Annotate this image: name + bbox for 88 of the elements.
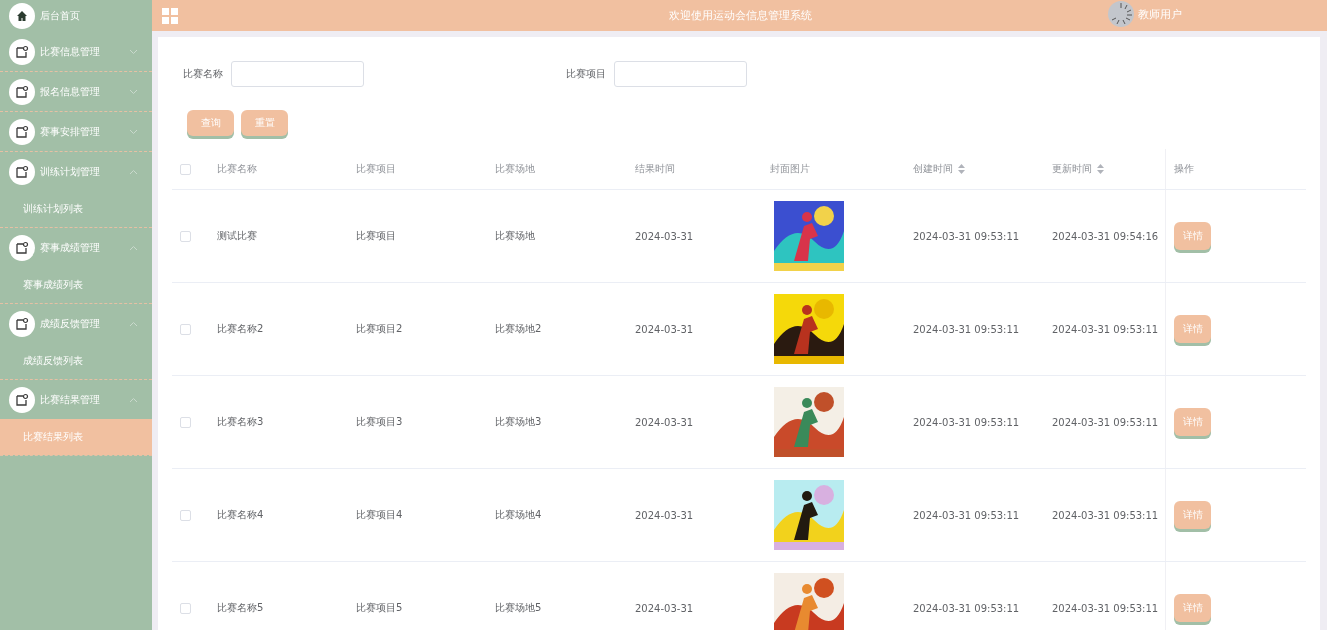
table-cell: 比赛名称2 — [217, 322, 264, 336]
input-field[interactable] — [231, 61, 364, 87]
table-cell: 比赛场地2 — [495, 322, 542, 336]
details-button[interactable]: 详情 — [1174, 222, 1211, 250]
column-header: 操作 — [1174, 162, 1194, 176]
sidebar-menu[interactable]: 比赛信息管理 — [0, 32, 152, 71]
document-icon — [9, 158, 35, 185]
checkbox[interactable] — [180, 163, 191, 175]
table-cell: 比赛名称3 — [217, 415, 264, 429]
user-name[interactable]: 教师用户 — [1138, 6, 1182, 22]
checkbox[interactable] — [180, 416, 191, 428]
field-label: 比赛名称 — [183, 67, 223, 81]
chevron-icon — [129, 48, 138, 55]
table-cell: 2024-03-31 — [635, 602, 694, 614]
table-cell: 2024-03-31 09:53:11 — [1052, 509, 1159, 521]
table-cell: 比赛项目 — [356, 229, 396, 243]
chevron-icon — [129, 128, 138, 135]
submenu-item[interactable]: 比赛结果列表 — [0, 419, 152, 455]
document-icon — [9, 386, 35, 413]
checkbox[interactable] — [180, 509, 191, 521]
chevron-icon — [129, 244, 138, 251]
sidebar-menu[interactable]: 成绩反馈管理 — [0, 304, 152, 343]
checkbox[interactable] — [180, 230, 191, 242]
table-cell: 比赛项目5 — [356, 601, 403, 615]
column-header: 封面图片 — [770, 162, 810, 176]
grid-menu-icon[interactable] — [162, 7, 178, 24]
sidebar-menu[interactable]: 比赛结果管理 — [0, 380, 152, 419]
checkbox[interactable] — [180, 323, 191, 335]
chevron-icon — [129, 168, 138, 175]
document-icon — [9, 38, 35, 65]
document-icon — [9, 234, 35, 261]
sort-icon[interactable] — [958, 164, 965, 174]
table-cell: 比赛场地4 — [495, 508, 542, 522]
table-cell: 2024-03-31 09:53:11 — [913, 602, 1020, 614]
column-header: 比赛项目 — [356, 162, 396, 176]
details-button[interactable]: 详情 — [1174, 408, 1211, 436]
table-cell: 比赛项目2 — [356, 322, 403, 336]
details-button[interactable]: 详情 — [1174, 594, 1211, 622]
input-field[interactable] — [614, 61, 747, 87]
search-button[interactable]: 查询 — [187, 110, 234, 136]
chevron-icon — [129, 320, 138, 327]
sidebar-menu[interactable]: 赛事安排管理 — [0, 112, 152, 151]
avatar-icon[interactable] — [1108, 1, 1134, 27]
table-cell: 2024-03-31 09:53:11 — [1052, 323, 1159, 335]
table-cell: 2024-03-31 — [635, 509, 694, 521]
table-cell: 测试比赛 — [217, 229, 257, 243]
chevron-icon — [129, 88, 138, 95]
column-header: 结果时间 — [635, 162, 675, 176]
document-icon — [9, 78, 35, 105]
column-header: 比赛场地 — [495, 162, 535, 176]
home-icon — [9, 3, 35, 29]
document-icon — [9, 310, 35, 337]
sort-icon[interactable] — [1097, 164, 1104, 174]
checkbox[interactable] — [180, 602, 191, 614]
table-cell: 2024-03-31 09:53:11 — [913, 323, 1020, 335]
table-cell: 比赛名称5 — [217, 601, 264, 615]
details-button[interactable]: 详情 — [1174, 501, 1211, 529]
details-button[interactable]: 详情 — [1174, 315, 1211, 343]
submenu-item[interactable]: 赛事成绩列表 — [0, 267, 152, 303]
table-cell: 比赛项目4 — [356, 508, 403, 522]
table-cell: 比赛场地5 — [495, 601, 542, 615]
submenu-item[interactable]: 训练计划列表 — [0, 191, 152, 227]
table-cell: 2024-03-31 09:53:11 — [913, 509, 1020, 521]
column-header: 创建时间 — [913, 162, 953, 176]
reset-button[interactable]: 重置 — [241, 110, 288, 136]
table-cell: 2024-03-31 — [635, 416, 694, 428]
table-cell: 比赛场地3 — [495, 415, 542, 429]
table-cell: 2024-03-31 09:53:11 — [913, 230, 1020, 242]
table-cell: 2024-03-31 — [635, 230, 694, 242]
sidebar-menu[interactable]: 报名信息管理 — [0, 72, 152, 111]
submenu-item[interactable]: 成绩反馈列表 — [0, 343, 152, 379]
sidebar-menu[interactable]: 赛事成绩管理 — [0, 228, 152, 267]
column-header: 比赛名称 — [217, 162, 257, 176]
field-label: 比赛项目 — [566, 67, 606, 81]
table-cell: 比赛场地 — [495, 229, 535, 243]
table-cell: 比赛名称4 — [217, 508, 264, 522]
table-cell: 2024-03-31 09:54:16 — [1052, 230, 1159, 242]
table-cell: 2024-03-31 09:53:11 — [1052, 416, 1159, 428]
table-cell: 2024-03-31 09:53:11 — [913, 416, 1020, 428]
sidebar-item[interactable]: 后台首页 — [0, 0, 152, 32]
table-cell: 2024-03-31 09:53:11 — [1052, 602, 1159, 614]
table-cell: 2024-03-31 — [635, 323, 694, 335]
chevron-icon — [129, 396, 138, 403]
column-header: 更新时间 — [1052, 162, 1092, 176]
document-icon — [9, 118, 35, 145]
table-cell: 比赛项目3 — [356, 415, 403, 429]
sidebar-menu[interactable]: 训练计划管理 — [0, 152, 152, 191]
page-title: 欢迎使用运动会信息管理系统 — [669, 8, 812, 23]
